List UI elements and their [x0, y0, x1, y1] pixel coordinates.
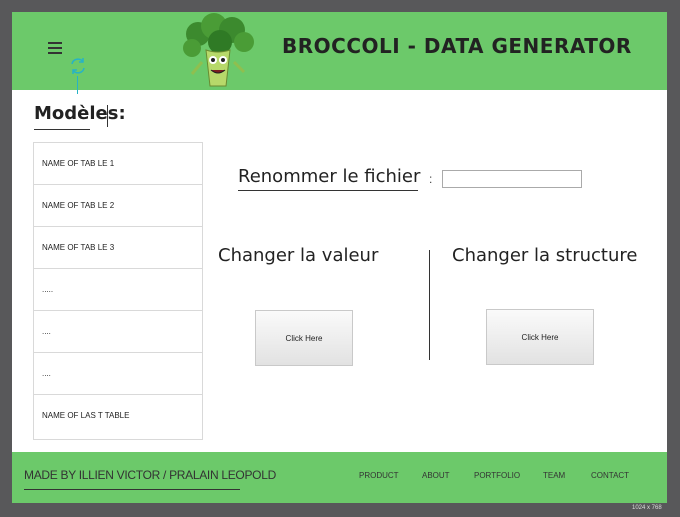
list-item-table-1[interactable]: NAME OF TAB LE 1	[34, 143, 202, 185]
app-frame: BROCCOLI - DATA GENERATOR Modèles: NAME …	[12, 12, 667, 503]
change-value-button[interactable]: Click Here	[255, 310, 353, 366]
section-divider	[429, 250, 430, 360]
text-cursor	[107, 105, 108, 127]
footer-link-about[interactable]: ABOUT	[422, 471, 450, 480]
refresh-icon[interactable]	[68, 56, 88, 76]
footer-link-contact[interactable]: CONTACT	[591, 471, 629, 480]
footer-link-product[interactable]: PRODUCT	[359, 471, 399, 480]
footer-link-team[interactable]: TEAM	[543, 471, 565, 480]
change-structure-button[interactable]: Click Here	[486, 309, 594, 365]
list-item-table-3[interactable]: NAME OF TAB LE 3	[34, 227, 202, 269]
change-structure-label: Changer la structure	[452, 245, 638, 266]
list-item-last-table[interactable]: NAME OF LAS T TABLE	[34, 395, 202, 437]
list-item-placeholder-2[interactable]: ....	[34, 311, 202, 353]
footer-link-portfolio[interactable]: PORTFOLIO	[474, 471, 520, 480]
hamburger-menu-icon[interactable]	[48, 42, 62, 54]
footer-credit-underline	[24, 489, 240, 490]
models-underline	[34, 129, 90, 130]
header-bar: BROCCOLI - DATA GENERATOR	[12, 12, 667, 90]
broccoli-mascot-logo	[183, 13, 254, 87]
list-item-placeholder-1[interactable]: .....	[34, 269, 202, 311]
list-item-table-2[interactable]: NAME OF TAB LE 2	[34, 185, 202, 227]
resolution-badge: 1024 x 768	[632, 505, 662, 511]
list-item-placeholder-3[interactable]: ....	[34, 353, 202, 395]
rename-file-input[interactable]	[442, 170, 582, 188]
footer-bar: MADE BY ILLIEN VICTOR / PRALAIN LEOPOLD …	[12, 452, 667, 503]
rename-colon: :	[429, 172, 433, 186]
models-heading: Modèles:	[34, 103, 126, 124]
table-list: NAME OF TAB LE 1 NAME OF TAB LE 2 NAME O…	[33, 142, 203, 440]
models-heading-text: Modèles	[34, 103, 119, 124]
app-title: BROCCOLI - DATA GENERATOR	[282, 34, 632, 58]
rename-label: Renommer le fichier	[238, 166, 421, 187]
rename-underline	[238, 190, 418, 191]
change-value-label: Changer la valeur	[218, 245, 379, 266]
footer-credit: MADE BY ILLIEN VICTOR / PRALAIN LEOPOLD	[24, 468, 276, 482]
models-heading-colon: :	[118, 103, 126, 124]
refresh-connector	[77, 76, 78, 94]
